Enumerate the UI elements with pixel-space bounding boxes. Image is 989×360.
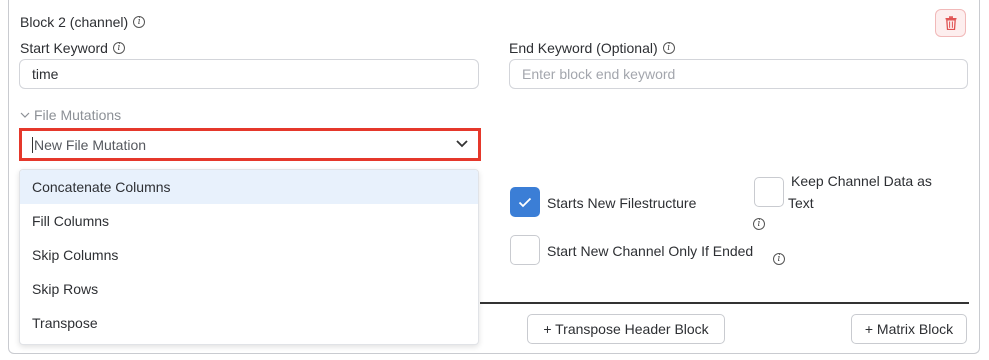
info-icon[interactable]: i (662, 42, 675, 54)
file-mutations-section-toggle[interactable]: File Mutations (20, 107, 121, 123)
section-divider (480, 302, 969, 304)
file-mutation-select[interactable]: New File Mutation (19, 128, 481, 161)
trash-icon (945, 16, 956, 30)
start-new-channel-info: i (773, 253, 785, 265)
block-title-text: Block 2 (channel) (20, 14, 129, 30)
end-keyword-label-text: End Keyword (Optional) (509, 40, 658, 56)
keep-channel-text-checkbox[interactable] (754, 177, 784, 207)
chevron-down-icon (456, 140, 468, 148)
keep-channel-text-line1: Keep Channel Data as (791, 173, 932, 189)
keep-channel-text-info: i (753, 218, 765, 230)
keep-channel-text-label-line2: Text (788, 195, 814, 211)
starts-new-filestructure-checkbox[interactable] (510, 187, 540, 217)
starts-new-filestructure-text: Starts New Filestructure (547, 195, 697, 211)
option-label: Fill Columns (32, 213, 110, 229)
end-keyword-label: End Keyword (Optional) i (509, 40, 675, 56)
file-mutation-select-value: New File Mutation (32, 136, 147, 153)
dropdown-option[interactable]: Fill Columns (20, 204, 478, 238)
starts-new-filestructure-label: Starts New Filestructure (547, 195, 696, 211)
start-new-channel-text: Start New Channel Only If Ended (547, 243, 754, 259)
chevron-down-icon (20, 112, 30, 118)
keep-channel-text-line2: Text (788, 195, 814, 211)
option-label: Skip Columns (32, 247, 119, 263)
add-matrix-block-label: + Matrix Block (864, 321, 954, 337)
option-label: Concatenate Columns (32, 179, 171, 195)
file-mutations-label: File Mutations (34, 107, 122, 123)
block-title: Block 2 (channel) i (20, 14, 146, 30)
add-transpose-header-block-button[interactable]: + Transpose Header Block (527, 314, 725, 344)
end-keyword-placeholder: Enter block end keyword (522, 66, 676, 82)
add-transpose-header-block-label: + Transpose Header Block (543, 321, 709, 337)
info-icon[interactable]: i (112, 42, 125, 54)
start-new-channel-checkbox[interactable] (510, 235, 540, 265)
info-icon[interactable]: i (753, 218, 765, 230)
dropdown-option[interactable]: Concatenate Columns (20, 170, 478, 204)
checkmark-icon (518, 197, 532, 207)
end-keyword-input[interactable]: Enter block end keyword (509, 59, 968, 89)
option-label: Transpose (32, 315, 98, 331)
start-keyword-input[interactable]: time (19, 59, 479, 89)
keep-channel-text-label-line1: Keep Channel Data as (791, 173, 932, 189)
file-mutation-dropdown: Concatenate Columns Fill Columns Skip Co… (19, 169, 479, 345)
delete-block-button[interactable] (935, 9, 966, 37)
info-icon[interactable]: i (773, 253, 785, 265)
start-keyword-value: time (32, 66, 59, 82)
dropdown-option[interactable]: Skip Columns (20, 238, 478, 272)
start-keyword-label-text: Start Keyword (20, 40, 108, 56)
info-icon[interactable]: i (133, 16, 146, 28)
start-new-channel-label: Start New Channel Only If Ended (547, 243, 753, 259)
start-keyword-label: Start Keyword i (20, 40, 125, 56)
add-matrix-block-button[interactable]: + Matrix Block (851, 314, 967, 344)
dropdown-option[interactable]: Skip Rows (20, 272, 478, 306)
option-label: Skip Rows (32, 281, 99, 297)
dropdown-option[interactable]: Transpose (20, 306, 478, 340)
